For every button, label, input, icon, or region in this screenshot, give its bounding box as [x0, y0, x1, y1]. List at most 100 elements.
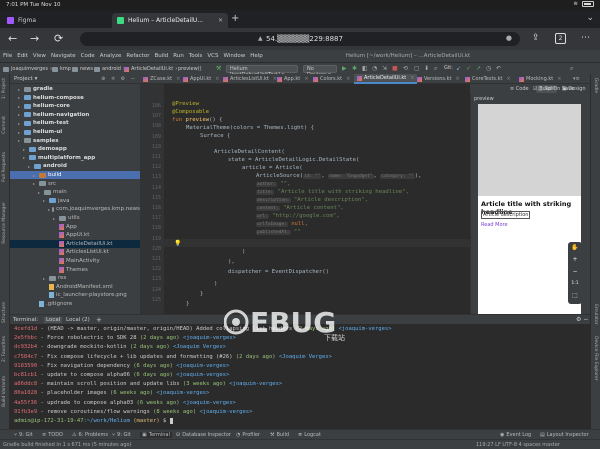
close-icon[interactable]: × — [455, 76, 459, 82]
breadcrumb-android[interactable]: android › — [94, 66, 125, 72]
tabs-overflow-icon[interactable]: ▾≡ — [570, 74, 583, 84]
build-on-save-toggle[interactable]: ☑ Build On Save — [533, 86, 574, 92]
coverage-icon[interactable]: ◧ — [362, 65, 368, 72]
editor-tab-zcase[interactable]: ZCase.kt × — [140, 74, 183, 84]
tree-item[interactable]: ▸ samples — [10, 137, 140, 145]
settings-icon[interactable]: ⚙ − — [576, 316, 588, 323]
history-icon[interactable]: ◷ — [486, 65, 491, 72]
tool-emulator[interactable]: Emulator — [593, 304, 598, 324]
close-icon[interactable]: × — [557, 76, 561, 82]
tool-git-2[interactable]: ⑂ 9: Git — [112, 432, 131, 438]
editor-tab-versions[interactable]: Versions.kt × — [414, 74, 463, 84]
menu-navigate[interactable]: Navigate — [51, 53, 76, 59]
tree-item[interactable]: AppUi.kt — [10, 231, 140, 239]
run-icon[interactable]: ▶ — [342, 65, 347, 72]
tool-build[interactable]: ⚒ Build — [270, 432, 289, 438]
build-status-text[interactable]: Gradle build finished in 1 s 671 ms (5 m… — [3, 442, 132, 448]
chevron-icon[interactable]: ▸ — [18, 130, 22, 135]
editor-tab-articledetailui[interactable]: ArticleDetailUi.kt × — [354, 74, 418, 84]
chevron-icon[interactable]: ▸ — [43, 198, 47, 203]
chevron-icon[interactable]: ▸ — [33, 181, 37, 186]
tree-item[interactable]: ▸ res — [10, 274, 140, 282]
terminal-prompt[interactable]: admin@ip-172-31-19-47:~/work/Helium (mas… — [14, 418, 173, 424]
tool-commit[interactable]: Commit — [2, 116, 7, 134]
tree-item[interactable]: ▸ com.joaquimverges.kmp.news — [10, 205, 140, 213]
tree-item[interactable]: ▸ src — [10, 180, 140, 188]
debug-icon[interactable]: ✱ — [352, 65, 357, 72]
address-bar[interactable]: ▲ 54.▒▒▒▒▒▒229:8887 ● — [80, 32, 520, 46]
tool-project[interactable]: 1: Project — [2, 78, 7, 99]
chevron-icon[interactable]: ▸ — [18, 121, 22, 126]
tool-favorites[interactable]: 2: Favorites — [2, 336, 7, 362]
lightbulb-icon[interactable]: 💡 — [174, 240, 181, 247]
tool-logcat[interactable]: ≣ Logcat — [298, 432, 321, 438]
tree-item[interactable]: ▸ utils — [10, 214, 140, 222]
zoom-in-button[interactable]: + — [568, 254, 582, 266]
breadcrumb-joaquimverges[interactable]: joaquimverges › — [3, 66, 52, 72]
tree-item[interactable]: ▸ helium-compose — [10, 94, 140, 102]
chevron-icon[interactable]: ▸ — [18, 112, 22, 117]
preview-device-frame[interactable]: Article title with striking headline Art… — [478, 104, 581, 314]
tree-item[interactable]: ArticleDetailUi.kt — [10, 239, 140, 248]
attach-icon[interactable]: ⇲ — [382, 65, 387, 72]
menu-file[interactable]: File — [3, 53, 12, 59]
zoom-fit-button[interactable]: ⬚ — [568, 290, 582, 302]
chevron-icon[interactable]: ▸ — [48, 207, 50, 212]
rollback-icon[interactable]: ↶ — [496, 65, 501, 72]
new-tab-icon[interactable]: + — [231, 13, 239, 24]
close-icon[interactable]: × — [215, 76, 219, 82]
menu-build[interactable]: Build — [154, 53, 168, 59]
tool-profiler[interactable]: ◔ Profiler — [236, 432, 260, 438]
view-code-button[interactable]: ≡ Code — [510, 86, 529, 92]
chevron-icon[interactable]: ▸ — [18, 87, 22, 92]
pan-hand-icon[interactable]: ✋ — [568, 242, 582, 254]
tree-item[interactable]: ▸ gradle — [10, 85, 140, 93]
tree-item[interactable]: ▸ java — [10, 197, 140, 205]
chevron-icon[interactable]: ▸ — [18, 138, 22, 143]
tool-event-log[interactable]: ◉ Event Log — [500, 432, 531, 438]
hammer-icon[interactable]: ⚒ — [216, 65, 221, 72]
tree-item[interactable]: ▸ helium-test — [10, 119, 140, 127]
tool-device-file-explorer[interactable]: Device File Explorer — [593, 336, 598, 381]
terminal-tab-local[interactable]: Local — [44, 317, 63, 323]
tree-item[interactable]: ▸ main — [10, 188, 140, 196]
avd-manager-icon[interactable]: ▢ — [414, 65, 420, 72]
chevron-icon[interactable]: ▸ — [53, 216, 57, 221]
tree-item[interactable]: AndroidManifest.xml — [10, 283, 140, 291]
tree-item[interactable]: ▸ multiplatform_app — [10, 154, 140, 162]
tool-problems[interactable]: ⚠ 6: Problems — [72, 432, 108, 438]
tree-item[interactable]: App — [10, 223, 140, 231]
menu-tools[interactable]: Tools — [189, 53, 203, 59]
back-icon[interactable]: ← — [8, 32, 17, 45]
close-icon[interactable]: × — [304, 76, 308, 82]
project-panel-title[interactable]: Project — [14, 76, 33, 82]
run-config-select[interactable]: Helium [testDebugUnitTest] ▾ — [226, 65, 298, 78]
layout-inspector-icon[interactable]: ⌕ — [434, 65, 437, 73]
tree-item[interactable]: ArticlesListUi.kt — [10, 248, 140, 256]
chevron-icon[interactable]: ▸ — [33, 173, 37, 178]
tool-git[interactable]: ⑂ 9: Git — [14, 432, 33, 438]
menu-edit[interactable]: Edit — [17, 53, 28, 59]
tool-structure[interactable]: Structure — [2, 302, 7, 323]
menu-vcs[interactable]: VCS — [207, 53, 218, 59]
editor-tab-appui[interactable]: AppUi.kt × — [180, 74, 222, 84]
menu-code[interactable]: Code — [81, 53, 95, 59]
git-update-icon[interactable]: ↙ — [456, 65, 461, 72]
editor-status-text[interactable]: 119:27 LF UTF-8 4 spaces master — [476, 442, 560, 448]
editor-tab-app[interactable]: App.kt × — [274, 74, 311, 84]
chevron-down-icon[interactable]: ⌄ — [586, 13, 594, 23]
tool-todo[interactable]: ≡ TODO — [42, 432, 63, 438]
menu-analyze[interactable]: Analyze — [100, 53, 122, 59]
tool-pull-requests[interactable]: Pull Requests — [2, 152, 7, 182]
chevron-icon[interactable]: ▸ — [18, 104, 22, 109]
preview-read-more[interactable]: Read More — [481, 222, 508, 228]
sync-icon[interactable]: ⟲ — [403, 65, 408, 72]
menu-refactor[interactable]: Refactor — [126, 53, 149, 59]
share-icon[interactable]: ⇪ — [532, 33, 540, 43]
close-tab-icon[interactable]: ✕ — [218, 17, 223, 24]
close-icon[interactable]: × — [506, 76, 510, 82]
tree-item[interactable]: ▸ demoapp — [10, 145, 140, 153]
tree-item[interactable]: ▸ build — [10, 171, 140, 179]
chevron-icon[interactable]: ▸ — [23, 155, 27, 160]
tree-item[interactable]: MainActivity — [10, 257, 140, 265]
